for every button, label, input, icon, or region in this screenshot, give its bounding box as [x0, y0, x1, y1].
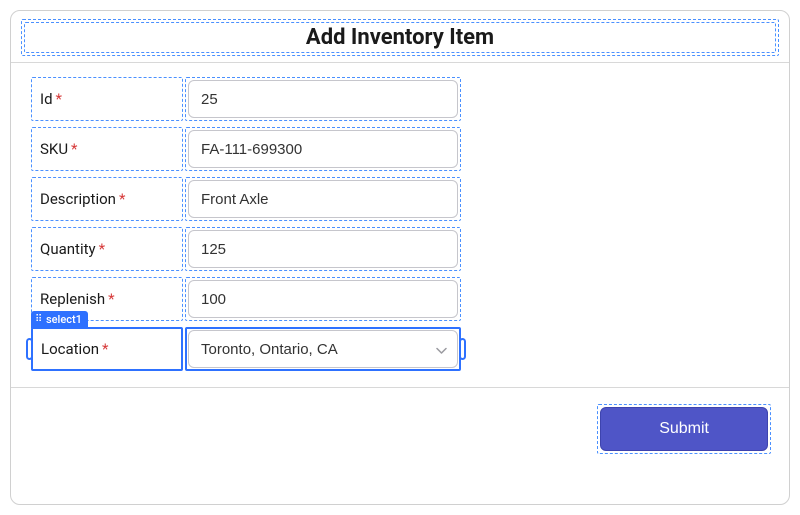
field-row-sku: SKU * [31, 127, 461, 171]
submit-selection-outline: Submit [597, 404, 771, 454]
required-marker: * [99, 240, 105, 258]
resize-handle-left[interactable] [26, 338, 33, 360]
description-input[interactable] [188, 180, 458, 218]
label-quantity-text: Quantity [40, 240, 96, 258]
field-row-description: Description * [31, 177, 461, 221]
label-sku: SKU * [31, 127, 183, 171]
panel-header: Add Inventory Item [11, 11, 789, 62]
resize-handle-right[interactable] [459, 338, 466, 360]
required-marker: * [71, 140, 77, 158]
field-row-replenish: Replenish * [31, 277, 461, 321]
quantity-input[interactable] [188, 230, 458, 268]
sku-input[interactable] [188, 130, 458, 168]
submit-button[interactable]: Submit [600, 407, 768, 451]
required-marker: * [119, 190, 125, 208]
drag-handle-icon [35, 315, 43, 325]
required-marker: * [102, 340, 108, 358]
add-inventory-panel: Add Inventory Item Id * SKU * [10, 10, 790, 505]
label-location-text: Location [41, 340, 99, 358]
field-row-id: Id * [31, 77, 461, 121]
label-quantity: Quantity * [31, 227, 183, 271]
field-row-quantity: Quantity * [31, 227, 461, 271]
title-selection-outline: Add Inventory Item [21, 19, 779, 56]
replenish-input[interactable] [188, 280, 458, 318]
input-wrap-sku [185, 127, 461, 171]
field-row-location: select1 Location * Toronto, Ontario, CA [31, 327, 461, 371]
selection-tag[interactable]: select1 [31, 311, 88, 328]
input-wrap-location: Toronto, Ontario, CA [185, 327, 461, 371]
page-title: Add Inventory Item [24, 22, 776, 53]
label-sku-text: SKU [40, 140, 68, 158]
label-description-text: Description [40, 190, 116, 208]
form-area: Id * SKU * Description * [11, 63, 789, 387]
label-id: Id * [31, 77, 183, 121]
panel-footer: Submit [11, 387, 789, 470]
input-wrap-quantity [185, 227, 461, 271]
input-wrap-replenish [185, 277, 461, 321]
location-select[interactable]: Toronto, Ontario, CA [188, 330, 458, 368]
input-wrap-description [185, 177, 461, 221]
label-replenish-text: Replenish [40, 290, 105, 308]
id-input[interactable] [188, 80, 458, 118]
label-id-text: Id [40, 90, 53, 108]
input-wrap-id [185, 77, 461, 121]
required-marker: * [108, 290, 114, 308]
label-location: Location * [31, 327, 183, 371]
label-description: Description * [31, 177, 183, 221]
selection-tag-label: select1 [46, 313, 82, 326]
form-grid: Id * SKU * Description * [31, 77, 461, 371]
required-marker: * [56, 90, 62, 108]
